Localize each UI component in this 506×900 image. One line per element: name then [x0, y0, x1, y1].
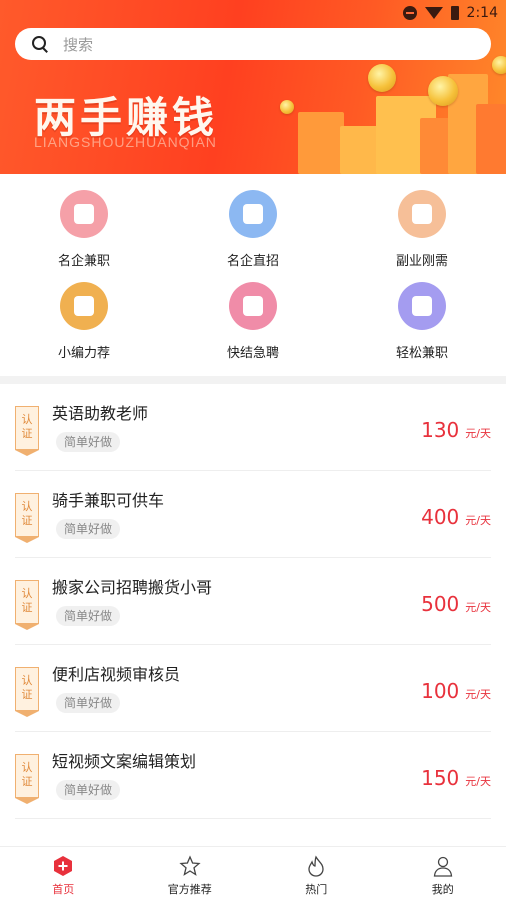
job-tag: 简单好做	[56, 519, 121, 539]
flame-icon	[308, 855, 324, 877]
certified-badge: 认证	[15, 754, 39, 804]
category-item[interactable]: 名企兼职	[14, 190, 154, 269]
category-item[interactable]: 快结急聘	[183, 282, 323, 361]
category-grid: 名企兼职 名企直招 副业刚需 小编力荐 快结急聘 轻松兼职	[0, 174, 506, 376]
job-item[interactable]: 认证 便利店视频审核员 简单好做 100 元/天	[0, 645, 506, 732]
job-title: 短视频文案编辑策划	[52, 752, 197, 771]
nav-tab-hot[interactable]: 热门	[253, 847, 380, 900]
search-placeholder: 搜索	[63, 35, 94, 54]
job-item[interactable]: 认证 搬家公司招聘搬货小哥 简单好做 500 元/天	[0, 558, 506, 645]
category-label: 轻松兼职	[395, 346, 448, 361]
nav-tab-home[interactable]: 首页	[0, 847, 127, 900]
battery-icon	[450, 6, 459, 20]
status-bar: 2:14	[402, 4, 498, 22]
user-icon	[433, 856, 452, 877]
job-title: 英语助教老师	[52, 404, 149, 423]
certified-badge: 认证	[15, 580, 39, 630]
category-item[interactable]: 小编力荐	[14, 282, 154, 361]
job-tag: 简单好做	[56, 606, 121, 626]
banner-illustration	[280, 56, 506, 174]
clock-icon	[398, 282, 446, 330]
certified-badge: 认证	[15, 406, 39, 456]
job-tag: 简单好做	[56, 432, 121, 452]
home-icon	[54, 856, 73, 876]
status-time: 2:14	[466, 5, 498, 21]
folder-icon	[398, 190, 446, 238]
bottom-nav: 首页 官方推荐 热门 我的	[0, 846, 506, 900]
job-tag: 简单好做	[56, 693, 121, 713]
category-label: 快结急聘	[226, 346, 279, 361]
nav-tab-profile[interactable]: 我的	[380, 847, 506, 900]
job-pay: 130 元/天	[421, 418, 491, 442]
certified-badge: 认证	[15, 493, 39, 543]
nav-tab-label: 首页	[52, 883, 75, 896]
category-item[interactable]: 名企直招	[183, 190, 323, 269]
job-item[interactable]: 认证 骑手兼职可供车 简单好做 400 元/天	[0, 471, 506, 558]
category-label: 名企兼职	[57, 254, 110, 269]
bookmark-icon	[60, 282, 108, 330]
job-tag: 简单好做	[56, 780, 121, 800]
category-label: 副业刚需	[395, 254, 448, 269]
certified-badge: 认证	[15, 667, 39, 717]
job-pay: 150 元/天	[421, 766, 491, 790]
wifi-icon	[424, 7, 443, 19]
nav-tab-recommend[interactable]: 官方推荐	[127, 847, 254, 900]
wallet-icon	[60, 190, 108, 238]
nav-tab-label: 官方推荐	[167, 883, 212, 896]
category-item[interactable]: 副业刚需	[352, 190, 492, 269]
job-title: 搬家公司招聘搬货小哥	[52, 578, 213, 597]
building-icon	[229, 190, 277, 238]
banner-slogan-sub: LIANGSHOUZHUANQIAN	[34, 134, 217, 150]
category-item[interactable]: 轻松兼职	[352, 282, 492, 361]
job-pay: 100 元/天	[421, 679, 491, 703]
category-label: 小编力荐	[57, 346, 110, 361]
section-divider	[0, 376, 506, 384]
star-icon	[179, 855, 201, 876]
job-pay: 500 元/天	[421, 592, 491, 616]
job-title: 骑手兼职可供车	[52, 491, 165, 510]
job-title: 便利店视频审核员	[52, 665, 181, 684]
nav-tab-label: 热门	[305, 883, 328, 896]
search-icon	[31, 35, 49, 53]
money-bag-icon	[229, 282, 277, 330]
do-not-disturb-icon	[402, 6, 417, 20]
job-item[interactable]: 认证 短视频文案编辑策划 简单好做 150 元/天	[0, 732, 506, 819]
category-label: 名企直招	[226, 254, 279, 269]
job-item[interactable]: 认证 英语助教老师 简单好做 130 元/天	[0, 384, 506, 471]
header-banner[interactable]: 2:14 搜索 两手赚钱 LIANGSHOUZHUANQIAN	[0, 0, 506, 174]
job-pay: 400 元/天	[421, 505, 491, 529]
nav-tab-label: 我的	[431, 883, 454, 896]
